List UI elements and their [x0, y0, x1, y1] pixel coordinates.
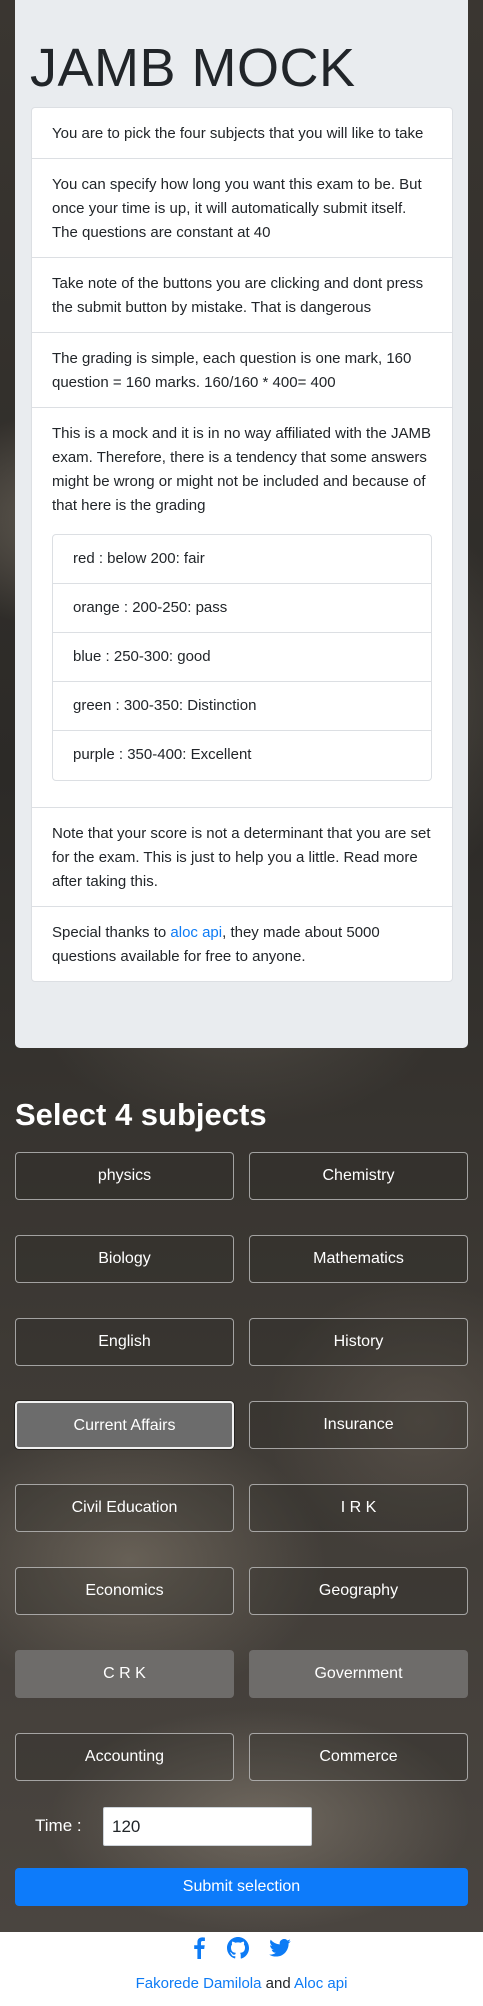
list-item: Take note of the buttons you are clickin…: [32, 258, 452, 333]
aloc-api-footer-link[interactable]: Aloc api: [294, 1975, 347, 1992]
social-icons: [0, 1937, 483, 1963]
grading-intro-text: This is a mock and it is in no way affil…: [52, 425, 432, 514]
subject-button-civil-education[interactable]: Civil Education: [15, 1484, 234, 1532]
subject-button-biology[interactable]: Biology: [15, 1235, 234, 1283]
author-link[interactable]: Fakorede Damilola: [136, 1975, 262, 1992]
subject-button-chemistry[interactable]: Chemistry: [249, 1152, 468, 1200]
intro-panel: JAMB MOCK You are to pick the four subje…: [15, 0, 468, 1048]
grade-item-orange: orange : 200-250: pass: [53, 584, 431, 633]
list-item: Note that your score is not a determinan…: [32, 808, 452, 907]
twitter-icon[interactable]: [269, 1938, 291, 1962]
subject-button-crk[interactable]: C R K: [15, 1650, 234, 1698]
aloc-api-link[interactable]: aloc api: [170, 924, 222, 941]
footer-and: and: [261, 1975, 295, 1992]
subject-button-accounting[interactable]: Accounting: [15, 1733, 234, 1781]
grade-item-green: green : 300-350: Distinction: [53, 682, 431, 731]
subject-button-economics[interactable]: Economics: [15, 1567, 234, 1615]
subject-button-insurance[interactable]: Insurance: [249, 1401, 468, 1449]
grade-item-blue: blue : 250-300: good: [53, 633, 431, 682]
thanks-text: Special thanks to: [52, 924, 171, 941]
subject-button-mathematics[interactable]: Mathematics: [249, 1235, 468, 1283]
submit-selection-button[interactable]: Submit selection: [15, 1868, 468, 1906]
subject-button-english[interactable]: English: [15, 1318, 234, 1366]
instructions-list: You are to pick the four subjects that y…: [31, 107, 453, 982]
list-item: You can specify how long you want this e…: [32, 159, 452, 258]
time-input[interactable]: 120: [103, 1807, 312, 1846]
subject-button-government[interactable]: Government: [249, 1650, 468, 1698]
grading-list: red : below 200: fair orange : 200-250: …: [52, 534, 432, 781]
subject-button-history[interactable]: History: [249, 1318, 468, 1366]
subject-button-geography[interactable]: Geography: [249, 1567, 468, 1615]
list-item: The grading is simple, each question is …: [32, 333, 452, 408]
subject-button-physics[interactable]: physics: [15, 1152, 234, 1200]
select-heading: Select 4 subjects: [15, 1097, 267, 1132]
github-icon[interactable]: [226, 1937, 249, 1964]
list-item: This is a mock and it is in no way affil…: [32, 408, 452, 808]
list-item: Special thanks to aloc api, they made ab…: [32, 907, 452, 981]
grade-item-red: red : below 200: fair: [53, 535, 431, 584]
facebook-icon[interactable]: [192, 1937, 206, 1964]
subject-button-irk[interactable]: I R K: [249, 1484, 468, 1532]
list-item: You are to pick the four subjects that y…: [32, 108, 452, 159]
subject-button-commerce[interactable]: Commerce: [249, 1733, 468, 1781]
time-label: Time :: [35, 1816, 82, 1835]
subject-button-current-affairs[interactable]: Current Affairs: [15, 1401, 234, 1449]
footer-credits: Fakorede Damilola and Aloc api: [0, 1973, 483, 1995]
grade-item-purple: purple : 350-400: Excellent: [73, 746, 252, 763]
page-title: JAMB MOCK: [30, 38, 356, 98]
